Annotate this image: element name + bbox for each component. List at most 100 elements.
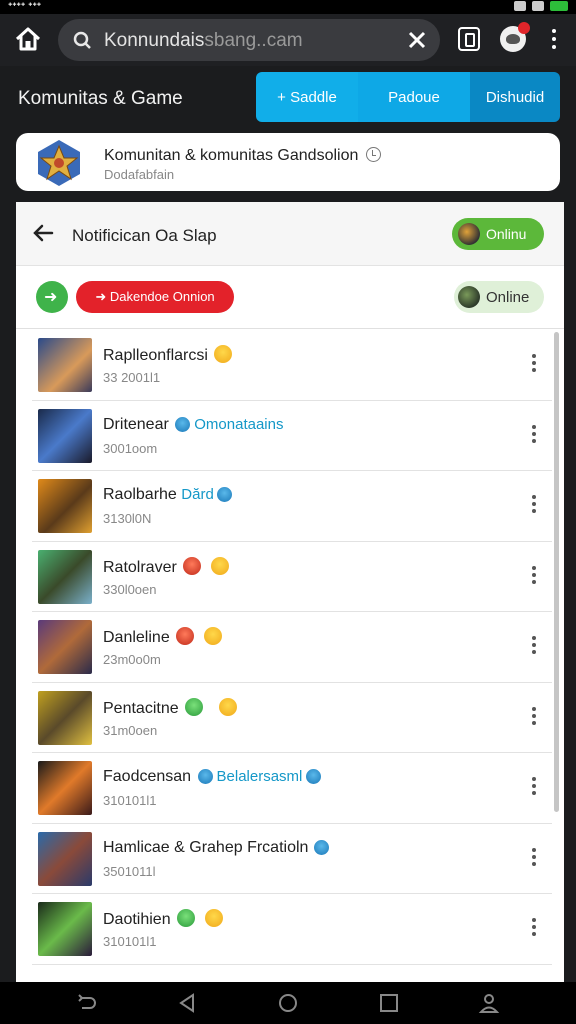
- smile-emoji-icon: [213, 345, 232, 363]
- segment-right[interactable]: Dishudid: [470, 72, 560, 122]
- segment-middle[interactable]: Padoue: [358, 72, 470, 122]
- status-bar: ᐩᐩᐩᐩ ᐩᐩᐩ: [0, 0, 576, 14]
- item-more-icon[interactable]: [532, 706, 538, 729]
- signal-icon: [514, 1, 526, 11]
- item-name: Pentacitne: [103, 699, 179, 717]
- browser-toolbar: Konnundaissbang..cam: [0, 14, 576, 66]
- game-thumbnail: [38, 549, 92, 604]
- url-bar[interactable]: Konnundaissbang..cam: [58, 19, 440, 61]
- online-avatar-icon: [458, 286, 480, 308]
- community-logo-icon: [38, 140, 80, 186]
- go-arrow-button[interactable]: [36, 281, 68, 313]
- item-name: Danleline: [103, 629, 170, 646]
- item-tag: Dărd: [181, 486, 214, 503]
- notification-panel: Notificican Oa Slap Onlinu ➜ Dakendoe On…: [16, 202, 564, 982]
- item-meta: 33 2001l1: [103, 370, 161, 385]
- item-name: Raplleonflarcsi: [103, 347, 208, 364]
- home-circle-icon[interactable]: [277, 992, 299, 1014]
- undo-icon[interactable]: [76, 992, 98, 1014]
- online-avatar-icon: [458, 223, 480, 245]
- community-subtitle: Dodafabfain: [104, 167, 175, 182]
- page-title: Komunitas & Game: [18, 88, 183, 109]
- panel-actions: ➜ Dakendoe Onnion Online: [16, 267, 564, 329]
- verified-icon: [175, 416, 191, 432]
- game-thumbnail: [38, 620, 92, 674]
- tabs-icon[interactable]: [458, 27, 480, 51]
- list-item[interactable]: Dritenear Omonataains 3001oom: [32, 401, 552, 471]
- list-item[interactable]: Hamlicae & Grahep Frcatioln 3501011l: [32, 824, 552, 894]
- smile-emoji-icon: [210, 556, 229, 575]
- item-name: Faodcensan: [103, 768, 192, 785]
- url-dim: sbang..cam: [204, 30, 303, 51]
- refresh-emoji-icon: [176, 909, 195, 927]
- item-name: Daotihien: [103, 911, 171, 928]
- list-item[interactable]: Raolbarhe Dărd 3130l0N: [32, 471, 552, 542]
- community-name: Komunitan & komunitas Gandsolion: [104, 147, 382, 165]
- item-more-icon[interactable]: [532, 847, 538, 870]
- panel-header: Notificican Oa Slap Onlinu: [16, 202, 564, 266]
- item-name: Hamlicae & Grahep Frcatioln: [103, 838, 309, 856]
- game-thumbnail: [38, 690, 92, 745]
- home-icon[interactable]: [14, 26, 42, 52]
- item-meta: 310101l1: [103, 793, 157, 808]
- item-name: Dritenear: [103, 415, 169, 433]
- item-more-icon[interactable]: [532, 918, 538, 940]
- url-main: Konnundais: [104, 30, 205, 51]
- more-menu-icon[interactable]: [549, 29, 559, 51]
- verified-icon: [314, 839, 330, 855]
- list-item[interactable]: Pentacitne 31m0oen: [32, 683, 552, 753]
- back-arrow-icon[interactable]: [32, 222, 54, 244]
- list-item[interactable]: Daotihien 310101l1: [32, 894, 552, 965]
- game-thumbnail: [38, 408, 92, 463]
- item-meta: 330l0oen: [103, 581, 157, 597]
- clock-icon: [366, 147, 382, 162]
- segmented-control: + Saddle Padoue Dishudid: [256, 72, 560, 122]
- page-header: Komunitas & Game + Saddle Padoue Dishudi…: [0, 66, 576, 128]
- game-thumbnail: [38, 831, 92, 886]
- item-tag: Belalersasml: [216, 768, 303, 785]
- item-more-icon[interactable]: [532, 354, 538, 376]
- game-thumbnail: [38, 338, 92, 392]
- list-item[interactable]: Faodcensan Belalersasml 310101l1: [32, 753, 552, 824]
- game-thumbnail: [38, 902, 92, 956]
- item-tag: Omonataains: [194, 415, 284, 433]
- item-meta: 31m0oen: [103, 722, 158, 738]
- close-icon[interactable]: [406, 29, 428, 51]
- smile-emoji-icon: [203, 627, 222, 645]
- game-thumbnail: [38, 761, 92, 815]
- item-meta: 3501011l: [103, 863, 156, 879]
- segment-add[interactable]: + Saddle: [256, 72, 358, 122]
- avatar[interactable]: [500, 22, 530, 52]
- item-name: Ratolraver: [103, 558, 177, 576]
- panel-title: Notificican Oa Slap: [72, 226, 217, 245]
- community-card[interactable]: Komunitan & komunitas Gandsolion Dodafab…: [16, 133, 560, 191]
- list-item[interactable]: Danleline 23m0o0m: [32, 612, 552, 683]
- notification-badge: [518, 22, 530, 34]
- online-filter-pill[interactable]: Online: [454, 281, 544, 313]
- list-item[interactable]: Raplleonflarcsi 33 2001l1: [32, 330, 552, 401]
- url-text[interactable]: Konnundaissbang..cam: [104, 30, 303, 52]
- verified-icon: [216, 487, 232, 502]
- online-status-pill[interactable]: Onlinu: [452, 218, 544, 250]
- item-meta: 23m0o0m: [103, 652, 161, 667]
- item-more-icon[interactable]: [532, 495, 538, 517]
- refresh-emoji-icon: [184, 697, 203, 716]
- game-thumbnail: [38, 479, 92, 533]
- system-nav-bar: [0, 982, 576, 1024]
- heart-eyes-emoji-icon: [175, 627, 194, 645]
- item-meta: 310101l1: [103, 934, 157, 949]
- item-more-icon[interactable]: [532, 565, 538, 588]
- recents-icon[interactable]: [378, 992, 400, 1014]
- smile-emoji-icon: [218, 697, 237, 716]
- notification-list: Raplleonflarcsi 33 2001l1 Dritenear Omon…: [32, 330, 552, 965]
- person-icon[interactable]: [478, 992, 500, 1014]
- item-more-icon[interactable]: [532, 636, 538, 658]
- wifi-icon: [532, 1, 544, 11]
- item-more-icon[interactable]: [532, 777, 538, 799]
- online-label: Onlinu: [486, 226, 527, 242]
- red-action-button[interactable]: ➜ Dakendoe Onnion: [76, 281, 234, 313]
- list-item[interactable]: Ratolraver 330l0oen: [32, 542, 552, 612]
- scrollbar[interactable]: [554, 332, 559, 812]
- back-icon[interactable]: [176, 992, 198, 1014]
- item-more-icon[interactable]: [532, 424, 538, 447]
